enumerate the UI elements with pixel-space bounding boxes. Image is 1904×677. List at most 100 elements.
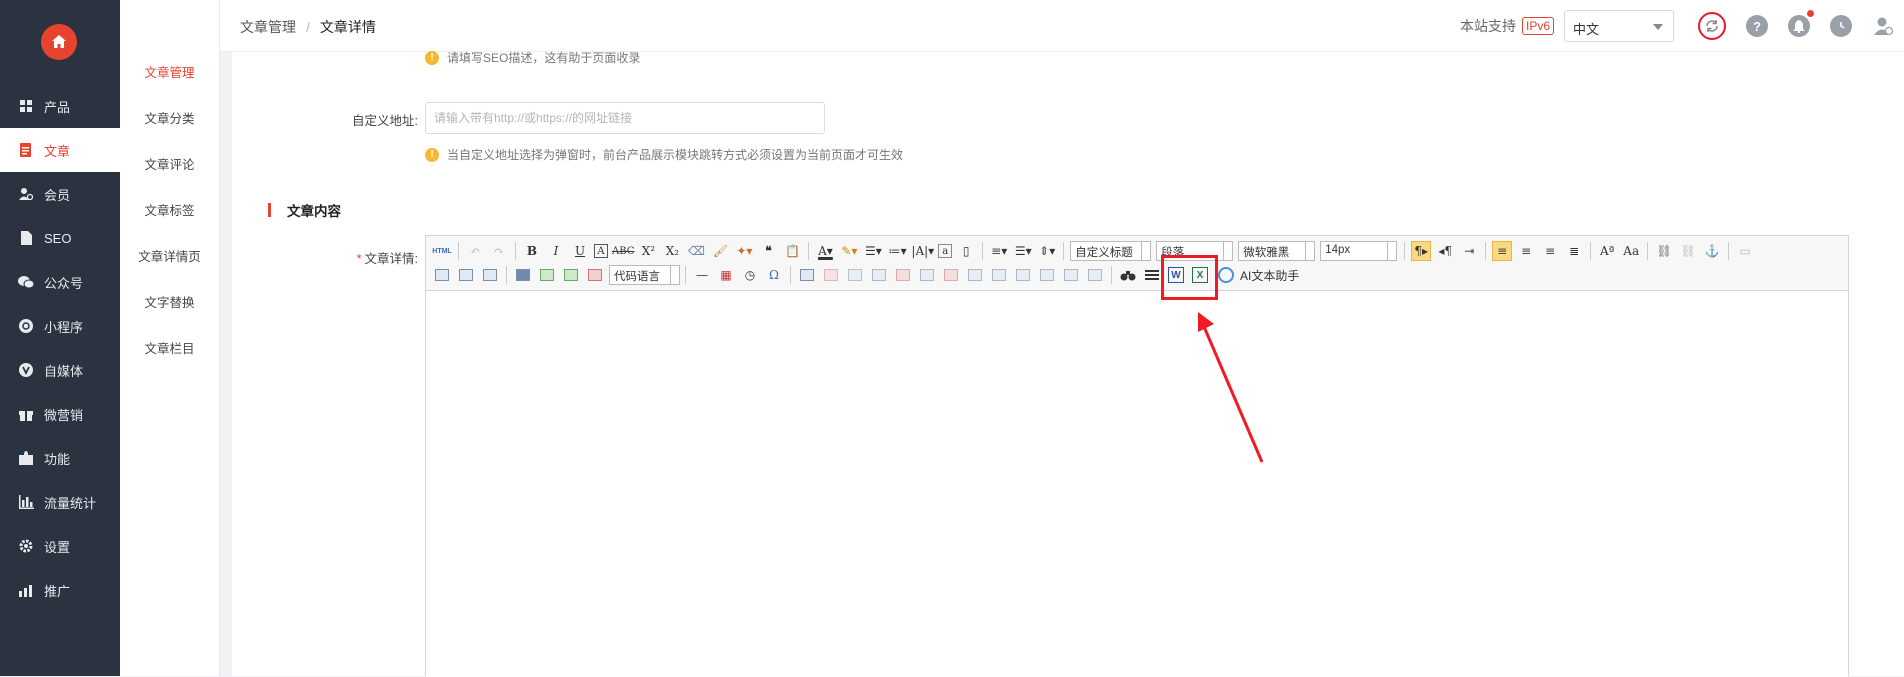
insert-table-button[interactable]	[797, 265, 817, 285]
delete-row-button[interactable]	[893, 265, 913, 285]
sidebar-item-article[interactable]: 文章	[0, 128, 120, 172]
sidebar-item-media[interactable]: 自媒体	[0, 348, 120, 392]
subscript-button[interactable]: X₂	[662, 241, 682, 261]
user-menu-button[interactable]	[1872, 15, 1894, 37]
insert-paragraph-button[interactable]	[845, 265, 865, 285]
top-header: 文章管理 / 文章详情 本站支持 IPv6 中文 ?	[220, 0, 1904, 52]
font-color-button[interactable]: A▾	[815, 241, 835, 261]
time-icon[interactable]: ◷	[740, 265, 760, 285]
horizontal-rule-button[interactable]: —	[692, 265, 712, 285]
auto-format-icon[interactable]: ✦▾	[734, 241, 754, 261]
html-source-button[interactable]: HTML	[432, 241, 452, 261]
subnav-item-article-category[interactable]: 文章分类	[120, 94, 219, 140]
refresh-button[interactable]	[1698, 12, 1726, 40]
rtl-button[interactable]: ◂¶	[1435, 241, 1455, 261]
delete-col-button[interactable]	[941, 265, 961, 285]
split-cols-button[interactable]	[1085, 265, 1105, 285]
custom-title-combo[interactable]: 自定义标题	[1070, 241, 1152, 261]
code-language-combo[interactable]: 代码语言	[609, 265, 680, 285]
link-icon[interactable]: ⛓	[1654, 241, 1674, 261]
eraser-icon[interactable]: ⌫	[686, 241, 706, 261]
image-left-button[interactable]	[456, 265, 476, 285]
ordered-list-button[interactable]: ☰▾	[863, 241, 883, 261]
combo-arrow-box	[1223, 241, 1234, 261]
sidebar-item-product[interactable]: 产品	[0, 84, 120, 128]
font-family-combo[interactable]: 微软雅黑	[1238, 241, 1316, 261]
insert-col-button[interactable]	[917, 265, 937, 285]
ai-text-assistant-button[interactable]: AI文本助手	[1218, 267, 1299, 284]
home-button[interactable]	[41, 24, 77, 60]
insert-image-button[interactable]	[537, 265, 557, 285]
lowercase-button[interactable]: Aa	[1621, 241, 1641, 261]
anchor-icon[interactable]: ⚓	[1702, 241, 1722, 261]
merge-down-button[interactable]	[1013, 265, 1033, 285]
sidebar-item-miniprogram[interactable]: 小程序	[0, 304, 120, 348]
insert-video-button[interactable]	[585, 265, 605, 285]
quote-button[interactable]: ❝	[758, 241, 778, 261]
history-button[interactable]	[1830, 15, 1852, 37]
sidebar-item-promote[interactable]: 推广	[0, 568, 120, 612]
line-height-button[interactable]: ⇕▾	[1037, 241, 1057, 261]
format-brush-icon[interactable]: 🖌	[710, 241, 730, 261]
merge-cells-button[interactable]	[965, 265, 985, 285]
subnav-item-text-replace[interactable]: 文字替换	[120, 278, 219, 324]
subnav-item-article-comment[interactable]: 文章评论	[120, 140, 219, 186]
subnav-item-article-detail-page[interactable]: 文章详情页	[120, 232, 219, 278]
split-cells-button[interactable]	[1037, 265, 1057, 285]
insert-frame-button[interactable]	[513, 265, 533, 285]
redo-button[interactable]: ↷	[489, 241, 509, 261]
subnav-item-article-tag[interactable]: 文章标签	[120, 186, 219, 232]
find-replace-button[interactable]	[1118, 265, 1138, 285]
strikethrough-button[interactable]: ABC	[612, 241, 634, 261]
undo-button[interactable]: ↶	[465, 241, 485, 261]
paste-text-icon[interactable]: 📋	[782, 241, 802, 261]
image-none-button[interactable]	[432, 265, 452, 285]
editor-content-area[interactable]	[426, 291, 1848, 677]
page-icon[interactable]: ▯	[956, 241, 976, 261]
sidebar-item-function[interactable]: 功能	[0, 436, 120, 480]
sidebar-item-stats[interactable]: 流量统计	[0, 480, 120, 524]
underline-button[interactable]: U	[570, 241, 590, 261]
font-size-combo[interactable]: 14px	[1320, 241, 1398, 261]
align-right-button[interactable]: ≡	[1540, 241, 1560, 261]
align-left-button[interactable]: ≡	[1492, 241, 1513, 261]
sidebar-item-seo[interactable]: SEO	[0, 216, 120, 260]
letter-spacing-button[interactable]: |A|▾	[911, 241, 934, 261]
help-button[interactable]: ?	[1746, 15, 1768, 37]
unlink-icon[interactable]: ⛓	[1678, 241, 1698, 261]
superscript-button[interactable]: X²	[638, 241, 658, 261]
italic-button[interactable]: I	[546, 241, 566, 261]
date-icon[interactable]: ▦	[716, 265, 736, 285]
merge-right-button[interactable]	[989, 265, 1009, 285]
print-button[interactable]	[1142, 265, 1162, 285]
indent-button[interactable]: ⇥	[1459, 241, 1479, 261]
split-rows-button[interactable]	[1061, 265, 1081, 285]
multi-image-button[interactable]	[561, 265, 581, 285]
highlight-icon[interactable]: ✎▾	[839, 241, 859, 261]
sidebar-item-wechat[interactable]: 公众号	[0, 260, 120, 304]
subnav-item-article-manage[interactable]: 文章管理	[120, 48, 219, 94]
notification-button[interactable]	[1788, 10, 1814, 37]
image-center-button[interactable]	[480, 265, 500, 285]
border-button[interactable]: A	[594, 244, 608, 258]
align-justify-button[interactable]: ≣	[1564, 241, 1584, 261]
uppercase-button[interactable]: Aª	[1597, 241, 1617, 261]
language-select[interactable]: 中文	[1564, 10, 1674, 42]
insert-row-button[interactable]	[869, 265, 889, 285]
image-float-icon[interactable]: ▭	[1735, 241, 1755, 261]
text-box-button[interactable]: a	[938, 244, 953, 258]
ltr-button[interactable]: ¶▸	[1411, 241, 1432, 261]
align-center-button[interactable]: ≡	[1516, 241, 1536, 261]
delete-table-button[interactable]	[821, 265, 841, 285]
sidebar-item-member[interactable]: 会员	[0, 172, 120, 216]
special-char-button[interactable]: Ω	[764, 265, 784, 285]
paragraph-spacing-button[interactable]: ≡▾	[989, 241, 1009, 261]
bold-button[interactable]: B	[522, 241, 542, 261]
breadcrumb-item-article-manage[interactable]: 文章管理	[240, 19, 296, 35]
subnav-item-article-column[interactable]: 文章栏目	[120, 324, 219, 370]
unordered-list-button[interactable]: ≔▾	[887, 241, 907, 261]
row-spacing-button[interactable]: ☰▾	[1013, 241, 1033, 261]
sidebar-item-marketing[interactable]: 微营销	[0, 392, 120, 436]
sidebar-item-settings[interactable]: 设置	[0, 524, 120, 568]
custom-url-input[interactable]	[425, 102, 825, 134]
